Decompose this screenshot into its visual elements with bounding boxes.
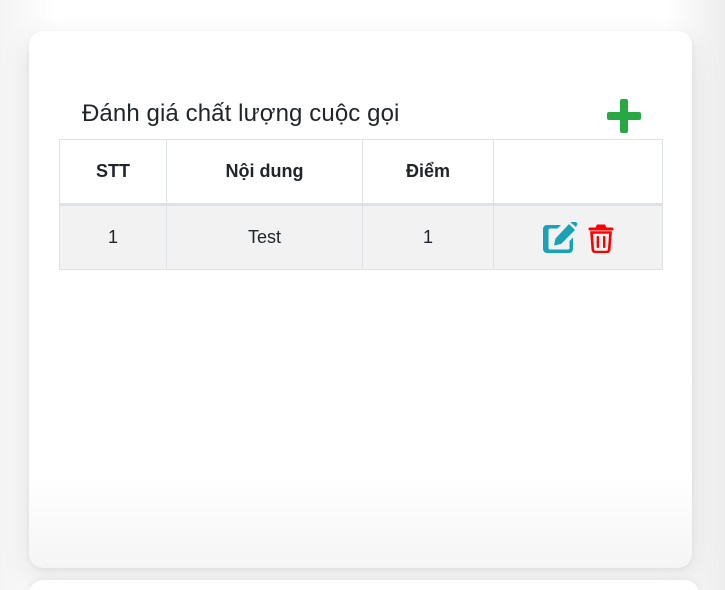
- trash-icon: [588, 224, 614, 253]
- delete-button[interactable]: [588, 223, 614, 253]
- table-header: STT Nội dung Điểm: [59, 139, 663, 206]
- add-button[interactable]: [602, 94, 646, 138]
- cell-score: 1: [362, 204, 494, 270]
- edit-icon: [543, 221, 578, 253]
- cell-stt: 1: [59, 204, 167, 270]
- table-row: 1 Test 1: [59, 204, 663, 270]
- column-header-stt: STT: [59, 139, 167, 206]
- card-bottom-fade: [29, 473, 692, 568]
- plus-icon: [607, 99, 641, 133]
- row-actions: [494, 221, 662, 254]
- column-header-content: Nội dung: [166, 139, 363, 206]
- call-quality-card: Đánh giá chất lượng cuộc gọi STT Nội dun…: [29, 31, 692, 568]
- table-header-row: STT Nội dung Điểm: [59, 139, 663, 206]
- column-header-actions: [493, 139, 663, 206]
- rating-table: STT Nội dung Điểm 1 Test 1: [59, 139, 663, 270]
- card-title: Đánh giá chất lượng cuộc gọi: [82, 100, 400, 127]
- cell-content: Test: [166, 204, 363, 270]
- column-header-score: Điểm: [362, 139, 494, 206]
- cell-actions: [493, 204, 663, 270]
- edit-button[interactable]: [542, 221, 578, 254]
- next-card-edge: [29, 580, 699, 590]
- table-body: 1 Test 1: [59, 204, 663, 270]
- page: Đánh giá chất lượng cuộc gọi STT Nội dun…: [0, 0, 725, 590]
